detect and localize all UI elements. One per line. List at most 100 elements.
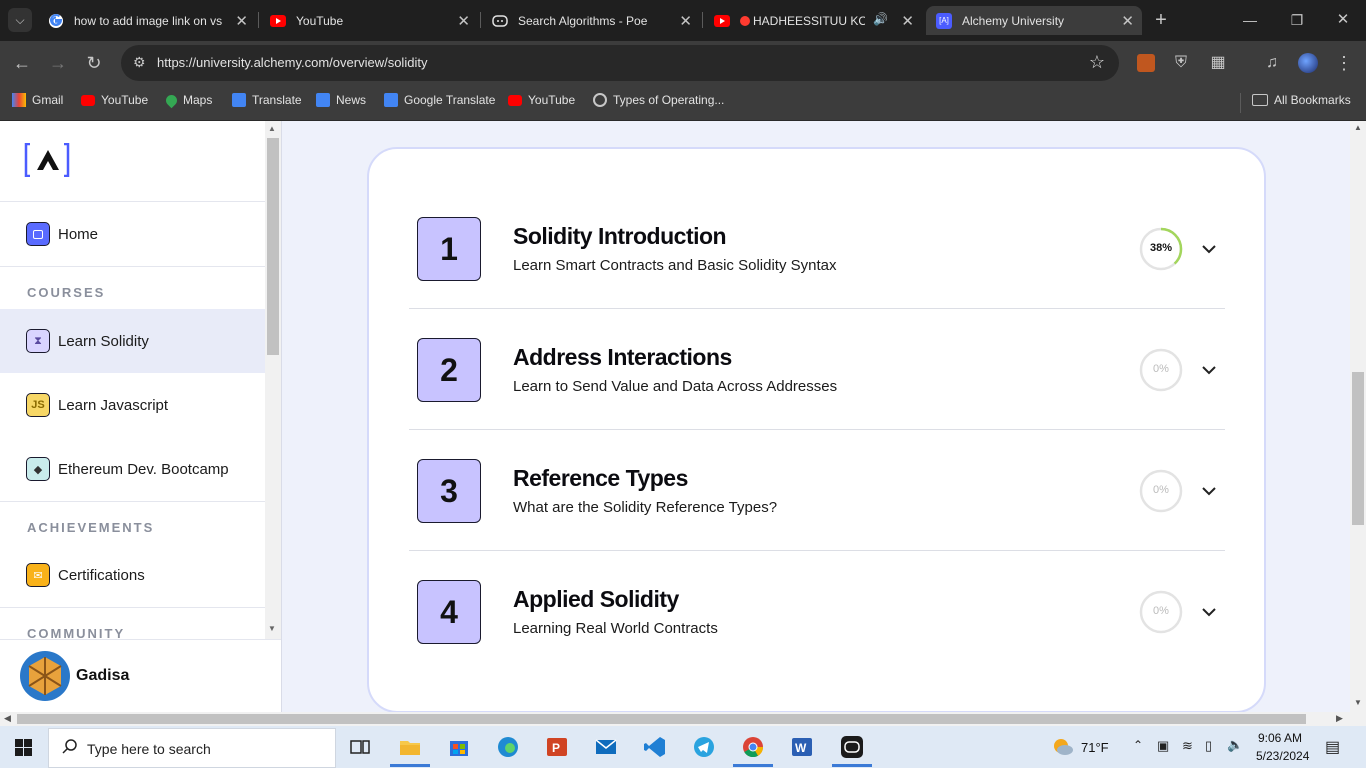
bookmark-google-translate[interactable]: Google Translate [384, 93, 495, 107]
chevron-down-icon[interactable] [1197, 479, 1221, 503]
new-tab-button[interactable]: + [1149, 8, 1173, 32]
sidebar-scroll-thumb[interactable] [267, 138, 279, 355]
chevron-down-icon[interactable] [1197, 358, 1221, 382]
lesson-row[interactable]: 1 Solidity Introduction Learn Smart Cont… [409, 217, 1225, 338]
vscode-icon[interactable] [643, 735, 667, 759]
lesson-number: 3 [417, 459, 481, 523]
bookmark-youtube-2[interactable]: YouTube [508, 93, 575, 107]
weather-temp[interactable]: 71°F [1081, 740, 1109, 755]
sidebar-item-certifications[interactable]: ✉ Certifications [0, 543, 265, 607]
divider [0, 501, 265, 502]
volume-icon[interactable]: 🔈 [1227, 737, 1243, 753]
microsoft-store-icon[interactable] [447, 735, 471, 759]
address-bar[interactable]: ⚙ https://university.alchemy.com/overvie… [121, 45, 1119, 81]
site-info-icon[interactable]: ⚙ [133, 54, 146, 71]
tab-separator [258, 12, 259, 28]
divider [0, 266, 265, 267]
lesson-title[interactable]: Address Interactions [513, 344, 732, 371]
tab-title: Alchemy University [962, 13, 1065, 28]
audio-playing-icon[interactable]: 🔊 [873, 12, 888, 26]
bookmark-gmail[interactable]: Gmail [12, 93, 63, 107]
clock-time[interactable]: 9:06 AM [1258, 731, 1302, 745]
avatar[interactable] [20, 651, 70, 701]
mail-icon[interactable] [594, 735, 618, 759]
bookmark-maps[interactable]: Maps [163, 92, 212, 108]
user-profile[interactable]: Gadisa [0, 639, 281, 712]
page-content: Home COURSES ⧗ Learn Solidity JS Learn J… [0, 121, 1366, 712]
alchemy-logo[interactable] [24, 142, 72, 178]
bookmark-news[interactable]: News [316, 93, 366, 107]
google-icon [48, 13, 64, 29]
tab-5[interactable]: [A] Alchemy University ✕ [926, 6, 1142, 35]
tab-search-button[interactable]: ⌵ [8, 8, 32, 32]
file-explorer-icon[interactable] [390, 735, 430, 767]
show-hidden-icons-icon[interactable]: ⌃ [1133, 738, 1143, 752]
tab-close-icon[interactable]: ✕ [457, 12, 470, 30]
weather-icon[interactable] [1052, 737, 1074, 757]
page-scrollbar[interactable]: ▲ ▼ [1350, 121, 1366, 712]
restore-button[interactable]: ❐ [1285, 8, 1309, 32]
sidebar-item-label: Certifications [58, 566, 145, 584]
bookmark-types-of-operating[interactable]: Types of Operating... [593, 93, 724, 107]
progress-label: 0% [1153, 484, 1169, 496]
tab-3[interactable]: Search Algorithms - Poe ✕ [482, 6, 700, 35]
tab-4[interactable]: HADHEESSITUU KOO 🔊 ✕ [704, 6, 922, 35]
lesson-row[interactable]: 3 Reference Types What are the Solidity … [409, 459, 1225, 580]
task-view-icon[interactable] [348, 735, 372, 759]
sidebar-item-home[interactable]: Home [0, 202, 265, 266]
shield-extension-icon[interactable]: ⛨ [1169, 51, 1193, 75]
tab-close-icon[interactable]: ✕ [235, 12, 248, 30]
media-controls-icon[interactable]: ♫ [1260, 51, 1284, 75]
lesson-title[interactable]: Solidity Introduction [513, 223, 727, 250]
lesson-row[interactable]: 2 Address Interactions Learn to Send Val… [409, 338, 1225, 459]
horizontal-scrollbar[interactable]: ◀ ▶ [0, 712, 1366, 726]
clock-date[interactable]: 5/23/2024 [1256, 749, 1309, 763]
sidebar-scrollbar[interactable]: ▲ ▼ [265, 121, 281, 639]
tab-close-icon[interactable]: ✕ [1121, 12, 1134, 30]
meet-now-icon[interactable]: ▣ [1157, 738, 1169, 754]
menu-kebab-icon[interactable]: ⋮ [1332, 51, 1356, 75]
url-text[interactable]: https://university.alchemy.com/overview/… [157, 55, 427, 70]
tab-1[interactable]: how to add image link on vs ✕ [38, 6, 256, 35]
back-button[interactable]: ← [10, 51, 34, 75]
windows-start-icon[interactable] [15, 739, 32, 756]
chevron-down-icon[interactable] [1197, 237, 1221, 261]
tab-close-icon[interactable]: ✕ [901, 12, 914, 30]
page-scroll-thumb[interactable] [1352, 372, 1364, 525]
lesson-title[interactable]: Applied Solidity [513, 586, 679, 613]
svg-text:W: W [795, 741, 807, 755]
profile-avatar-icon[interactable] [1296, 51, 1320, 75]
bookmark-star-icon[interactable]: ☆ [1089, 52, 1105, 73]
battery-icon[interactable]: ▯ [1205, 738, 1212, 754]
taskbar-search[interactable]: Type here to search [48, 728, 336, 768]
telegram-icon[interactable] [692, 735, 716, 759]
sidebar-item-learn-javascript[interactable]: JS Learn Javascript [0, 373, 265, 437]
chevron-down-icon[interactable] [1197, 600, 1221, 624]
forward-button[interactable]: → [46, 51, 70, 75]
extension-icon[interactable] [1134, 51, 1158, 75]
chrome-icon[interactable] [733, 735, 773, 767]
word-icon[interactable]: W [790, 735, 814, 759]
bookmark-translate[interactable]: Translate [232, 93, 302, 107]
poe-app-icon[interactable] [832, 735, 872, 767]
tab-close-icon[interactable]: ✕ [679, 12, 692, 30]
lesson-row[interactable]: 4 Applied Solidity Learning Real World C… [409, 580, 1225, 701]
bookmark-youtube[interactable]: YouTube [81, 93, 148, 107]
edge-icon[interactable] [496, 735, 520, 759]
extensions-puzzle-icon[interactable]: ▦ [1206, 51, 1230, 75]
news-icon [316, 93, 330, 107]
minimize-button[interactable]: — [1238, 8, 1262, 32]
lesson-title[interactable]: Reference Types [513, 465, 688, 492]
close-window-button[interactable]: ✕ [1331, 8, 1355, 32]
powerpoint-icon[interactable]: P [545, 735, 569, 759]
tab-2[interactable]: YouTube ✕ [260, 6, 478, 35]
browser-toolbar: ← → ↻ ⚙ https://university.alchemy.com/o… [0, 41, 1366, 85]
sidebar-item-ethereum-bootcamp[interactable]: ◆ Ethereum Dev. Bootcamp [0, 437, 265, 501]
reload-button[interactable]: ↻ [82, 51, 106, 75]
sidebar-item-learn-solidity[interactable]: ⧗ Learn Solidity [0, 309, 265, 373]
notifications-icon[interactable]: ▤ [1325, 737, 1340, 757]
all-bookmarks-button[interactable]: All Bookmarks [1252, 93, 1351, 107]
horizontal-scroll-thumb[interactable] [17, 714, 1306, 724]
lesson-number: 4 [417, 580, 481, 644]
wifi-icon[interactable]: ≋ [1182, 738, 1193, 754]
